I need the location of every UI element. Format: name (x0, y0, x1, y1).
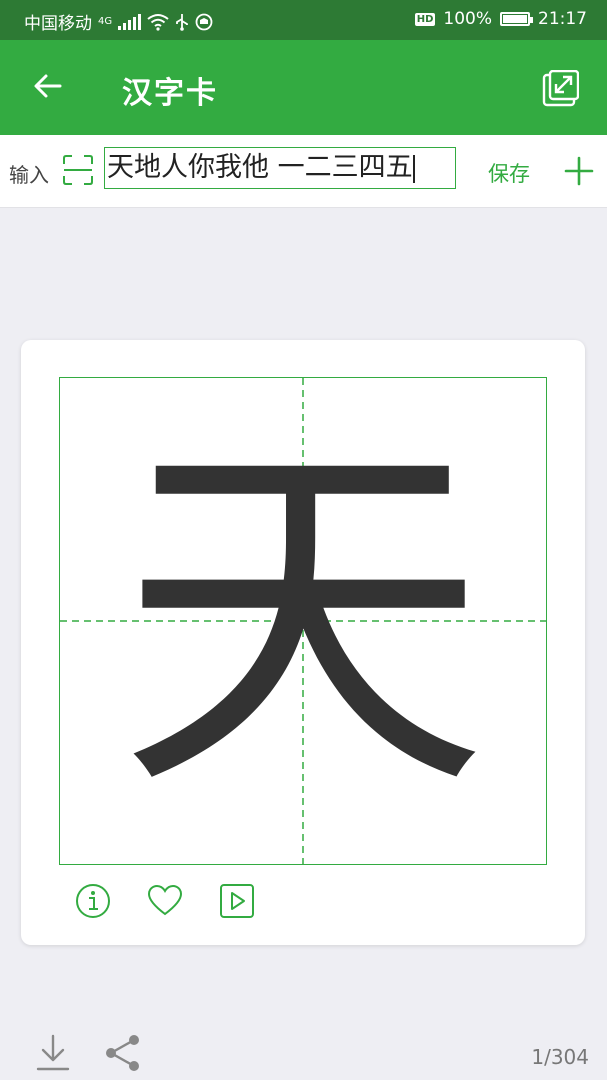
character-card: 天 (21, 340, 585, 945)
battery-percent: 100% (443, 9, 492, 29)
hd-badge: HD (414, 12, 436, 26)
download-icon[interactable] (36, 1034, 70, 1072)
carrier-name: 中国移动 (24, 14, 92, 34)
arrow-left-icon[interactable] (30, 68, 66, 104)
page-indicator: 1/304 (531, 1045, 589, 1069)
plus-icon[interactable] (564, 156, 594, 186)
notification-icon (195, 13, 213, 30)
scan-icon[interactable] (62, 154, 94, 186)
heart-icon[interactable] (147, 883, 183, 919)
character-input-value: 天地人你我他 一二三四五 (107, 152, 413, 183)
input-bar: 输入 天地人你我他 一二三四五 保存 (0, 135, 607, 208)
battery-icon (500, 12, 533, 26)
signal-icon (118, 13, 142, 30)
text-caret (412, 154, 415, 183)
network-type: 4G (98, 16, 113, 27)
character-display: 天 (118, 406, 488, 836)
info-icon[interactable] (75, 883, 111, 919)
input-label: 输入 (9, 163, 49, 187)
status-bar: 中国移动 4G HD 100% 21:17 (0, 0, 607, 40)
app-bar: 汉字卡 (0, 40, 607, 135)
save-button[interactable]: 保存 (488, 158, 530, 188)
play-icon[interactable] (219, 883, 255, 919)
clock: 21:17 (538, 9, 587, 29)
card-actions (75, 883, 255, 919)
share-icon[interactable] (104, 1034, 142, 1072)
writing-grid: 天 (59, 377, 547, 865)
expand-icon[interactable] (541, 70, 579, 108)
character-input[interactable]: 天地人你我他 一二三四五 (104, 147, 456, 189)
usb-icon (176, 13, 189, 31)
page-title: 汉字卡 (122, 76, 218, 111)
wifi-icon (147, 13, 169, 31)
